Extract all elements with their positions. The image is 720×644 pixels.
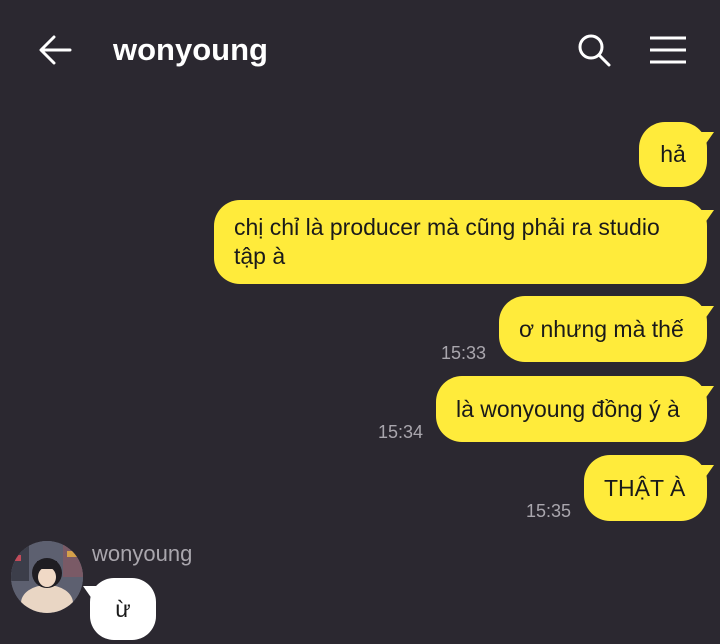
back-button[interactable] [36, 30, 74, 70]
message-bubble-incoming[interactable]: ừ [90, 578, 156, 640]
message-bubble-outgoing[interactable]: THẬT À [584, 455, 707, 521]
message-bubble-outgoing[interactable]: là wonyoung đồng ý à [436, 376, 707, 442]
hamburger-menu-icon [650, 36, 686, 64]
message-timestamp: 15:35 [526, 501, 572, 521]
chat-title: wonyoung [113, 32, 268, 67]
chat-screen: wonyoung hả chị chỉ là producer mà cũng … [0, 0, 720, 644]
chat-header: wonyoung [0, 0, 720, 100]
avatar-photo [11, 541, 83, 613]
message-bubble-outgoing[interactable]: ơ nhưng mà thế [499, 296, 707, 362]
menu-button[interactable] [644, 30, 692, 70]
sender-name: wonyoung [92, 541, 193, 566]
avatar[interactable] [11, 541, 83, 613]
message-bubble-outgoing[interactable]: hả [639, 122, 707, 187]
message-bubble-outgoing[interactable]: chị chỉ là producer mà cũng phải ra stud… [214, 200, 707, 284]
search-button[interactable] [572, 30, 616, 70]
search-icon [578, 34, 611, 67]
message-timestamp: 15:34 [378, 422, 424, 442]
arrow-left-icon [39, 35, 72, 65]
message-timestamp: 15:33 [441, 343, 487, 363]
